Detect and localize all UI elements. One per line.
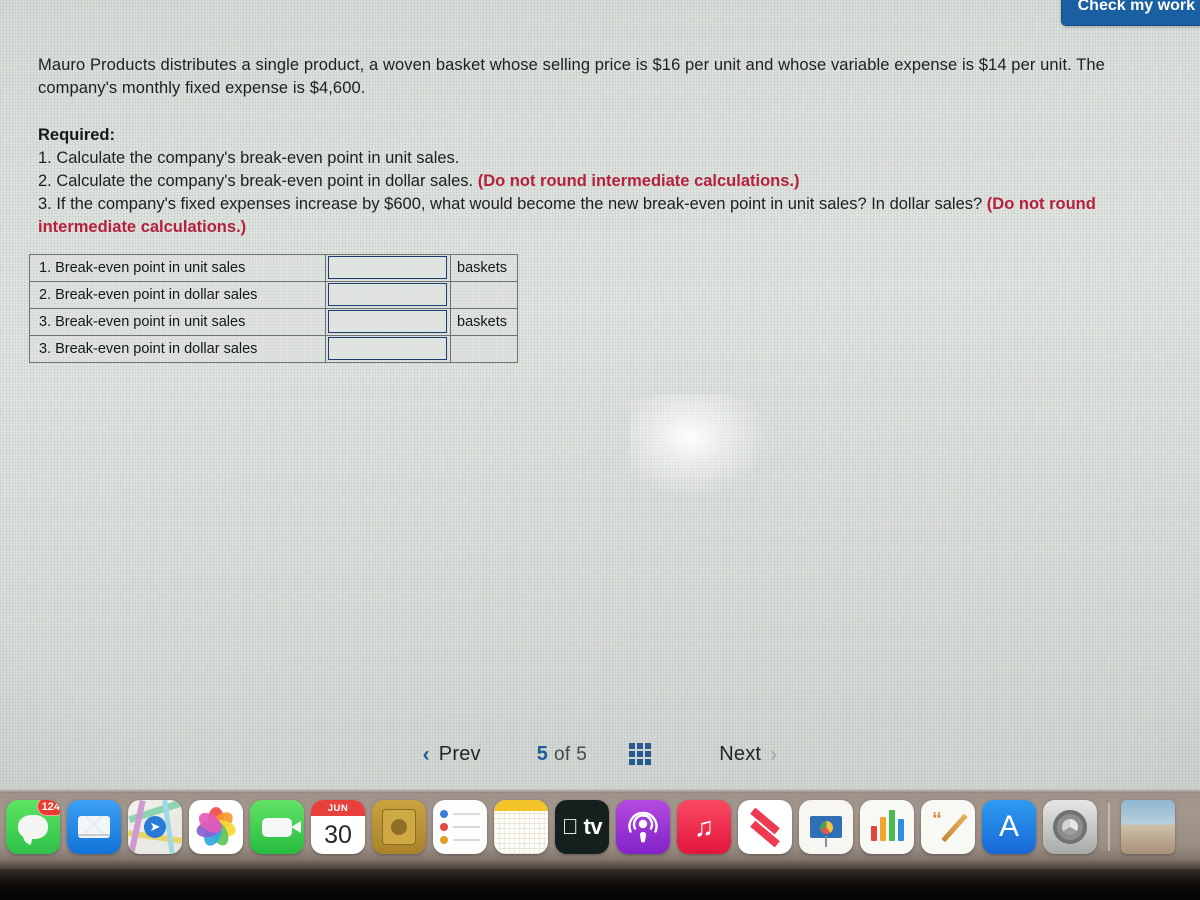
- chevron-left-icon: ‹: [422, 742, 430, 766]
- chevron-right-icon: ›: [770, 742, 778, 766]
- answer-input-2[interactable]: [328, 283, 447, 306]
- dock-icon-calendar[interactable]: JUN 30: [311, 800, 365, 854]
- row-label: 3. Break-even point in dollar sales: [29, 335, 326, 363]
- dock-icon-news[interactable]: [738, 800, 792, 854]
- notes-header-icon: [494, 800, 548, 811]
- messages-bubble-icon: [18, 815, 48, 839]
- keynote-stage-icon: [810, 816, 842, 838]
- dock-icon-contacts[interactable]: [372, 800, 426, 854]
- keynote-stand-icon: [825, 836, 827, 847]
- numbers-bar-icon: [879, 817, 886, 841]
- answer-input-cell[interactable]: [325, 254, 451, 282]
- dock-icon-apple-tv[interactable]:  tv: [555, 800, 609, 854]
- answer-input-cell[interactable]: [325, 335, 451, 363]
- dock-icon-facetime[interactable]: [250, 800, 304, 854]
- notes-body-icon: [494, 811, 548, 854]
- reminders-row: [440, 810, 480, 818]
- laptop-screen-photo: Check my work Mauro Products distributes…: [0, 0, 1200, 900]
- calendar-day-label: 30: [324, 820, 352, 849]
- row-unit: [450, 281, 518, 309]
- pages-pencil-icon: [941, 813, 968, 843]
- problem-paragraph: Mauro Products distributes a single prod…: [38, 56, 1105, 97]
- reminders-row: [440, 823, 480, 831]
- check-my-work-button[interactable]: Check my work: [1060, 0, 1200, 26]
- dock-icon-messages[interactable]: 124: [6, 800, 60, 854]
- dock-icon-reminders[interactable]: [433, 800, 487, 854]
- maps-pin-icon: ➤: [144, 816, 166, 838]
- answer-input-1[interactable]: [328, 256, 447, 279]
- required-heading: Required:: [38, 126, 116, 144]
- messages-badge: 124: [36, 800, 60, 816]
- current-page-number: 5: [536, 742, 549, 765]
- podcasts-antenna-icon: [628, 811, 658, 843]
- dock-top-edge: [0, 789, 1200, 793]
- pages-quote-icon: “: [932, 809, 942, 831]
- dock-icon-notes[interactable]: [494, 800, 548, 854]
- numbers-bar-icon: [897, 819, 904, 841]
- browser-content-area: Check my work Mauro Products distributes…: [0, 0, 1200, 790]
- table-row: 3. Break-even point in unit sales basket…: [29, 308, 518, 336]
- dock-icon-keynote[interactable]: [799, 800, 853, 854]
- answer-table: 1. Break-even point in unit sales basket…: [29, 254, 518, 363]
- page-indicator: 5 of 5: [537, 743, 588, 766]
- prev-button-label: Prev: [438, 742, 481, 765]
- required-block: Required: 1. Calculate the company's bre…: [38, 124, 1168, 239]
- reminders-row: [440, 836, 480, 844]
- page-of-label: of: [553, 743, 571, 765]
- requirement-2-note: (Do not round intermediate calculations.…: [477, 172, 800, 190]
- numbers-bar-icon: [870, 826, 877, 841]
- news-slash-icon: [750, 812, 780, 842]
- dock-icon-podcasts[interactable]: [616, 800, 670, 854]
- table-row: 2. Break-even point in dollar sales: [29, 281, 518, 309]
- table-row: 3. Break-even point in dollar sales: [29, 335, 518, 363]
- dock-icon-maps[interactable]: ➤: [128, 800, 182, 854]
- dock-bottom-edge: [0, 860, 1200, 869]
- row-unit: [450, 335, 518, 363]
- requirement-1-text: 1. Calculate the company's break-even po…: [38, 149, 460, 167]
- dock-icon-music[interactable]: ♫: [677, 800, 731, 854]
- answer-input-cell[interactable]: [325, 308, 451, 336]
- row-unit: baskets: [450, 308, 518, 336]
- grid-view-icon[interactable]: [629, 743, 652, 765]
- total-page-number: 5: [576, 743, 588, 765]
- next-button[interactable]: Next ›: [719, 743, 777, 766]
- row-label: 3. Break-even point in unit sales: [29, 308, 326, 336]
- dock-icon-pages[interactable]: “: [921, 800, 975, 854]
- dock-icon-photo-thumbnail[interactable]: [1121, 800, 1175, 854]
- dock-icon-photos[interactable]: [189, 800, 243, 854]
- requirement-3-text: 3. If the company's fixed expenses incre…: [38, 195, 987, 213]
- desk-background: [0, 869, 1200, 900]
- requirement-2-text: 2. Calculate the company's break-even po…: [38, 172, 478, 190]
- problem-statement: Mauro Products distributes a single prod…: [38, 54, 1168, 239]
- dock-separator: [1108, 803, 1110, 851]
- row-label: 1. Break-even point in unit sales: [29, 254, 326, 282]
- gear-icon: [1053, 810, 1087, 844]
- pagination-bar: ‹ Prev 5 of 5 Next ›: [0, 734, 1200, 774]
- screen-glare: [630, 395, 780, 505]
- requirement-item-2: 2. Calculate the company's break-even po…: [38, 170, 1168, 193]
- contacts-card-icon: [382, 809, 416, 845]
- row-label: 2. Break-even point in dollar sales: [29, 281, 326, 309]
- dock-icon-app-store[interactable]: A: [982, 800, 1036, 854]
- maps-road-icon: [128, 800, 146, 854]
- numbers-bar-icon: [888, 810, 895, 841]
- answer-input-cell[interactable]: [325, 281, 451, 309]
- answer-input-4[interactable]: [328, 337, 447, 360]
- requirement-item-1: 1. Calculate the company's break-even po…: [38, 147, 1168, 170]
- dock-icon-mail[interactable]: [67, 800, 121, 854]
- macos-dock: 124 ➤ JUN 30 tv ♫ “ A: [0, 789, 1200, 869]
- answer-input-3[interactable]: [328, 310, 447, 333]
- table-row: 1. Break-even point in unit sales basket…: [29, 254, 518, 282]
- row-unit: baskets: [450, 254, 518, 282]
- prev-button[interactable]: ‹ Prev: [423, 743, 481, 766]
- requirement-item-3: 3. If the company's fixed expenses incre…: [38, 193, 1168, 239]
- dock-icon-system-preferences[interactable]: [1043, 800, 1097, 854]
- calendar-month-label: JUN: [311, 800, 365, 816]
- next-button-label: Next: [719, 742, 762, 765]
- dock-icon-numbers[interactable]: [860, 800, 914, 854]
- dock-icon-list: 124 ➤ JUN 30 tv ♫ “ A: [2, 797, 1198, 857]
- answer-table-body: 1. Break-even point in unit sales basket…: [29, 254, 518, 363]
- mail-envelope-icon: [78, 816, 110, 838]
- facetime-camera-icon: [262, 817, 301, 837]
